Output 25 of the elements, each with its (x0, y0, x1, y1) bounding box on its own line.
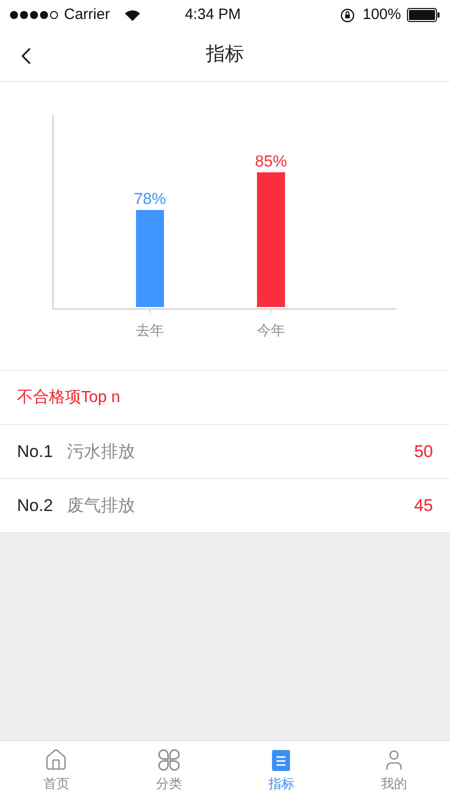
tab-item[interactable]: 指标 (225, 741, 338, 800)
tab-item[interactable]: 我的 (338, 741, 450, 800)
category-label: 今年 (257, 322, 285, 338)
category-label: 去年 (136, 322, 164, 338)
value-label: 78% (134, 191, 166, 208)
item-count: 45 (414, 494, 433, 517)
item-name: 废气排放 (66, 494, 135, 517)
battery-icon (407, 8, 440, 22)
carrier: Carrier (64, 4, 110, 25)
clock: 4:34 PM (184, 4, 241, 25)
item-name: 污水排放 (66, 440, 135, 463)
tab-item[interactable]: 分类 (112, 741, 225, 800)
signal-icon (10, 11, 58, 19)
wifi-icon (124, 8, 141, 22)
rank-label: No.2 (17, 494, 53, 517)
rank-label: No.1 (17, 440, 53, 463)
value-label: 85% (254, 153, 288, 170)
section-heading: 不合格项Top n (17, 388, 120, 408)
item-count: 50 (414, 440, 433, 463)
four-petal-icon (156, 748, 181, 772)
home-icon (44, 748, 68, 772)
page-title: 指标 (206, 43, 244, 68)
battery-percent: 100% (362, 4, 401, 25)
tab-item[interactable]: 首页 (0, 741, 112, 800)
rotation-lock-icon (340, 8, 355, 22)
